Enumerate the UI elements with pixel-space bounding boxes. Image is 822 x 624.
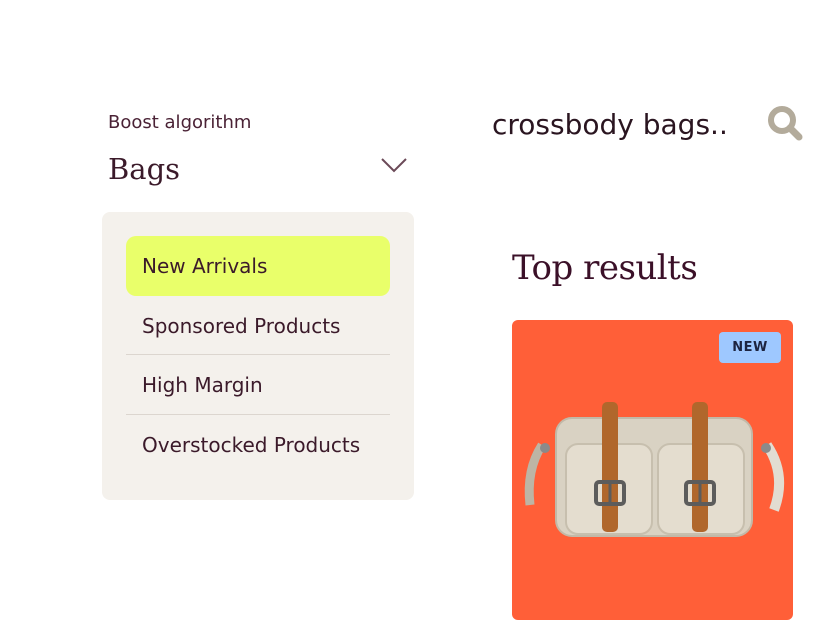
- search-icon[interactable]: [766, 104, 804, 142]
- dropdown-menu: New Arrivals Sponsored Products High Mar…: [102, 212, 414, 500]
- option-high-margin[interactable]: High Margin: [126, 354, 390, 414]
- new-badge: NEW: [719, 332, 781, 363]
- search-input[interactable]: crossbody bags..: [492, 108, 728, 141]
- option-new-arrivals[interactable]: New Arrivals: [126, 236, 390, 296]
- category-selected-value: Bags: [108, 152, 181, 186]
- option-sponsored-products[interactable]: Sponsored Products: [126, 296, 390, 356]
- chevron-down-icon: [381, 158, 407, 173]
- category-dropdown[interactable]: Bags: [108, 148, 410, 188]
- boost-algorithm-label: Boost algorithm: [108, 112, 252, 133]
- product-image: [524, 402, 785, 537]
- section-title: Top results: [512, 248, 698, 288]
- product-card[interactable]: NEW: [512, 320, 793, 620]
- option-overstocked-products[interactable]: Overstocked Products: [126, 414, 390, 474]
